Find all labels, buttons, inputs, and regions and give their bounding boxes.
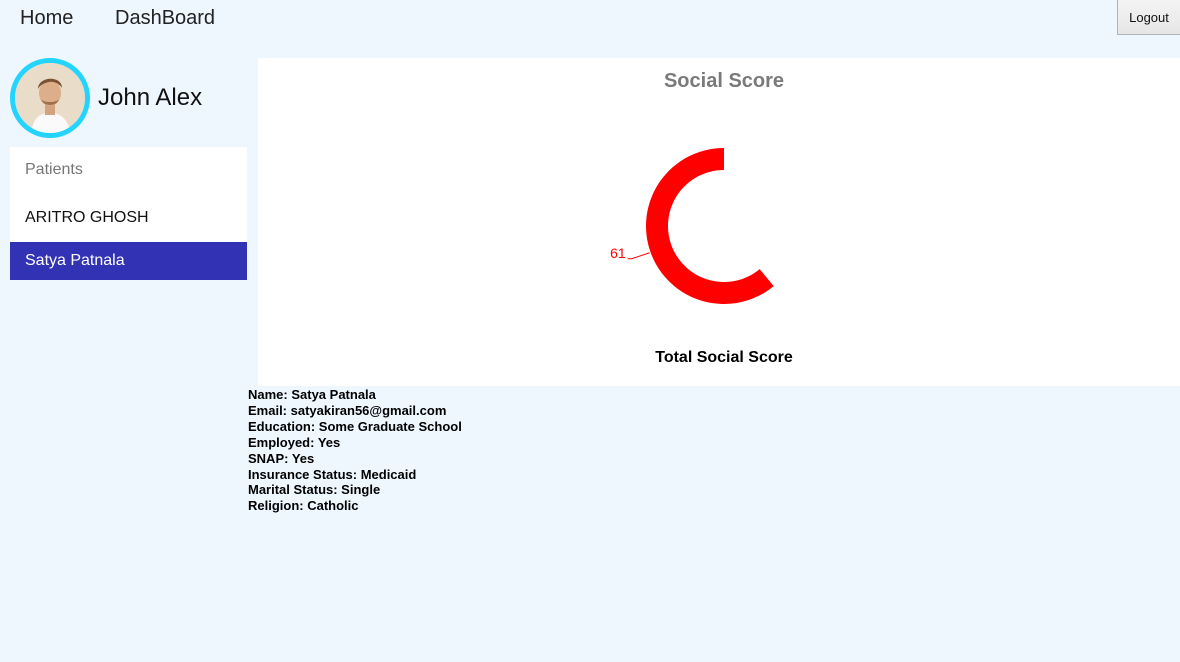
avatar-portrait-icon bbox=[15, 63, 85, 133]
donut-slice-social-score[interactable] bbox=[646, 148, 774, 304]
user-name: John Alex bbox=[98, 84, 203, 111]
donut-data-label: 61 bbox=[610, 245, 626, 261]
social-score-chart-card: Social Score 61 Total Social Score bbox=[258, 58, 1180, 386]
nav-home-link[interactable]: Home bbox=[20, 7, 73, 30]
user-avatar-icon bbox=[10, 58, 90, 138]
detail-insurance: Insurance Status: Medicaid bbox=[248, 466, 417, 482]
detail-email: Email: satyakiran56@gmail.com bbox=[248, 402, 447, 418]
patient-item-satya-patnala[interactable]: Satya Patnala bbox=[10, 242, 247, 280]
logout-button[interactable]: Logout bbox=[1117, 0, 1180, 35]
patients-header: Patients bbox=[25, 161, 83, 178]
nav-dashboard-link[interactable]: DashBoard bbox=[115, 7, 215, 30]
detail-employed: Employed: Yes bbox=[248, 434, 341, 450]
detail-religion: Religion: Catholic bbox=[248, 498, 359, 514]
detail-marital: Marital Status: Single bbox=[248, 482, 381, 498]
detail-education: Education: Some Graduate School bbox=[248, 418, 462, 434]
donut-label-leader-line bbox=[627, 252, 650, 260]
patient-item-aritro-ghosh[interactable]: ARITRO GHOSH bbox=[10, 195, 247, 242]
detail-name: Name: Satya Patnala bbox=[248, 387, 376, 402]
chart-subtitle: Total Social Score bbox=[655, 349, 793, 366]
detail-snap: SNAP: Yes bbox=[248, 450, 315, 466]
social-score-donut-chart: 61 bbox=[610, 148, 774, 304]
patients-panel: Patients ARITRO GHOSH Satya Patnala bbox=[10, 147, 247, 280]
app-page: Home DashBoard Logout John Alex Patients… bbox=[0, 0, 1180, 662]
patient-details: Name: Satya Patnala Email: satyakiran56@… bbox=[248, 387, 462, 514]
